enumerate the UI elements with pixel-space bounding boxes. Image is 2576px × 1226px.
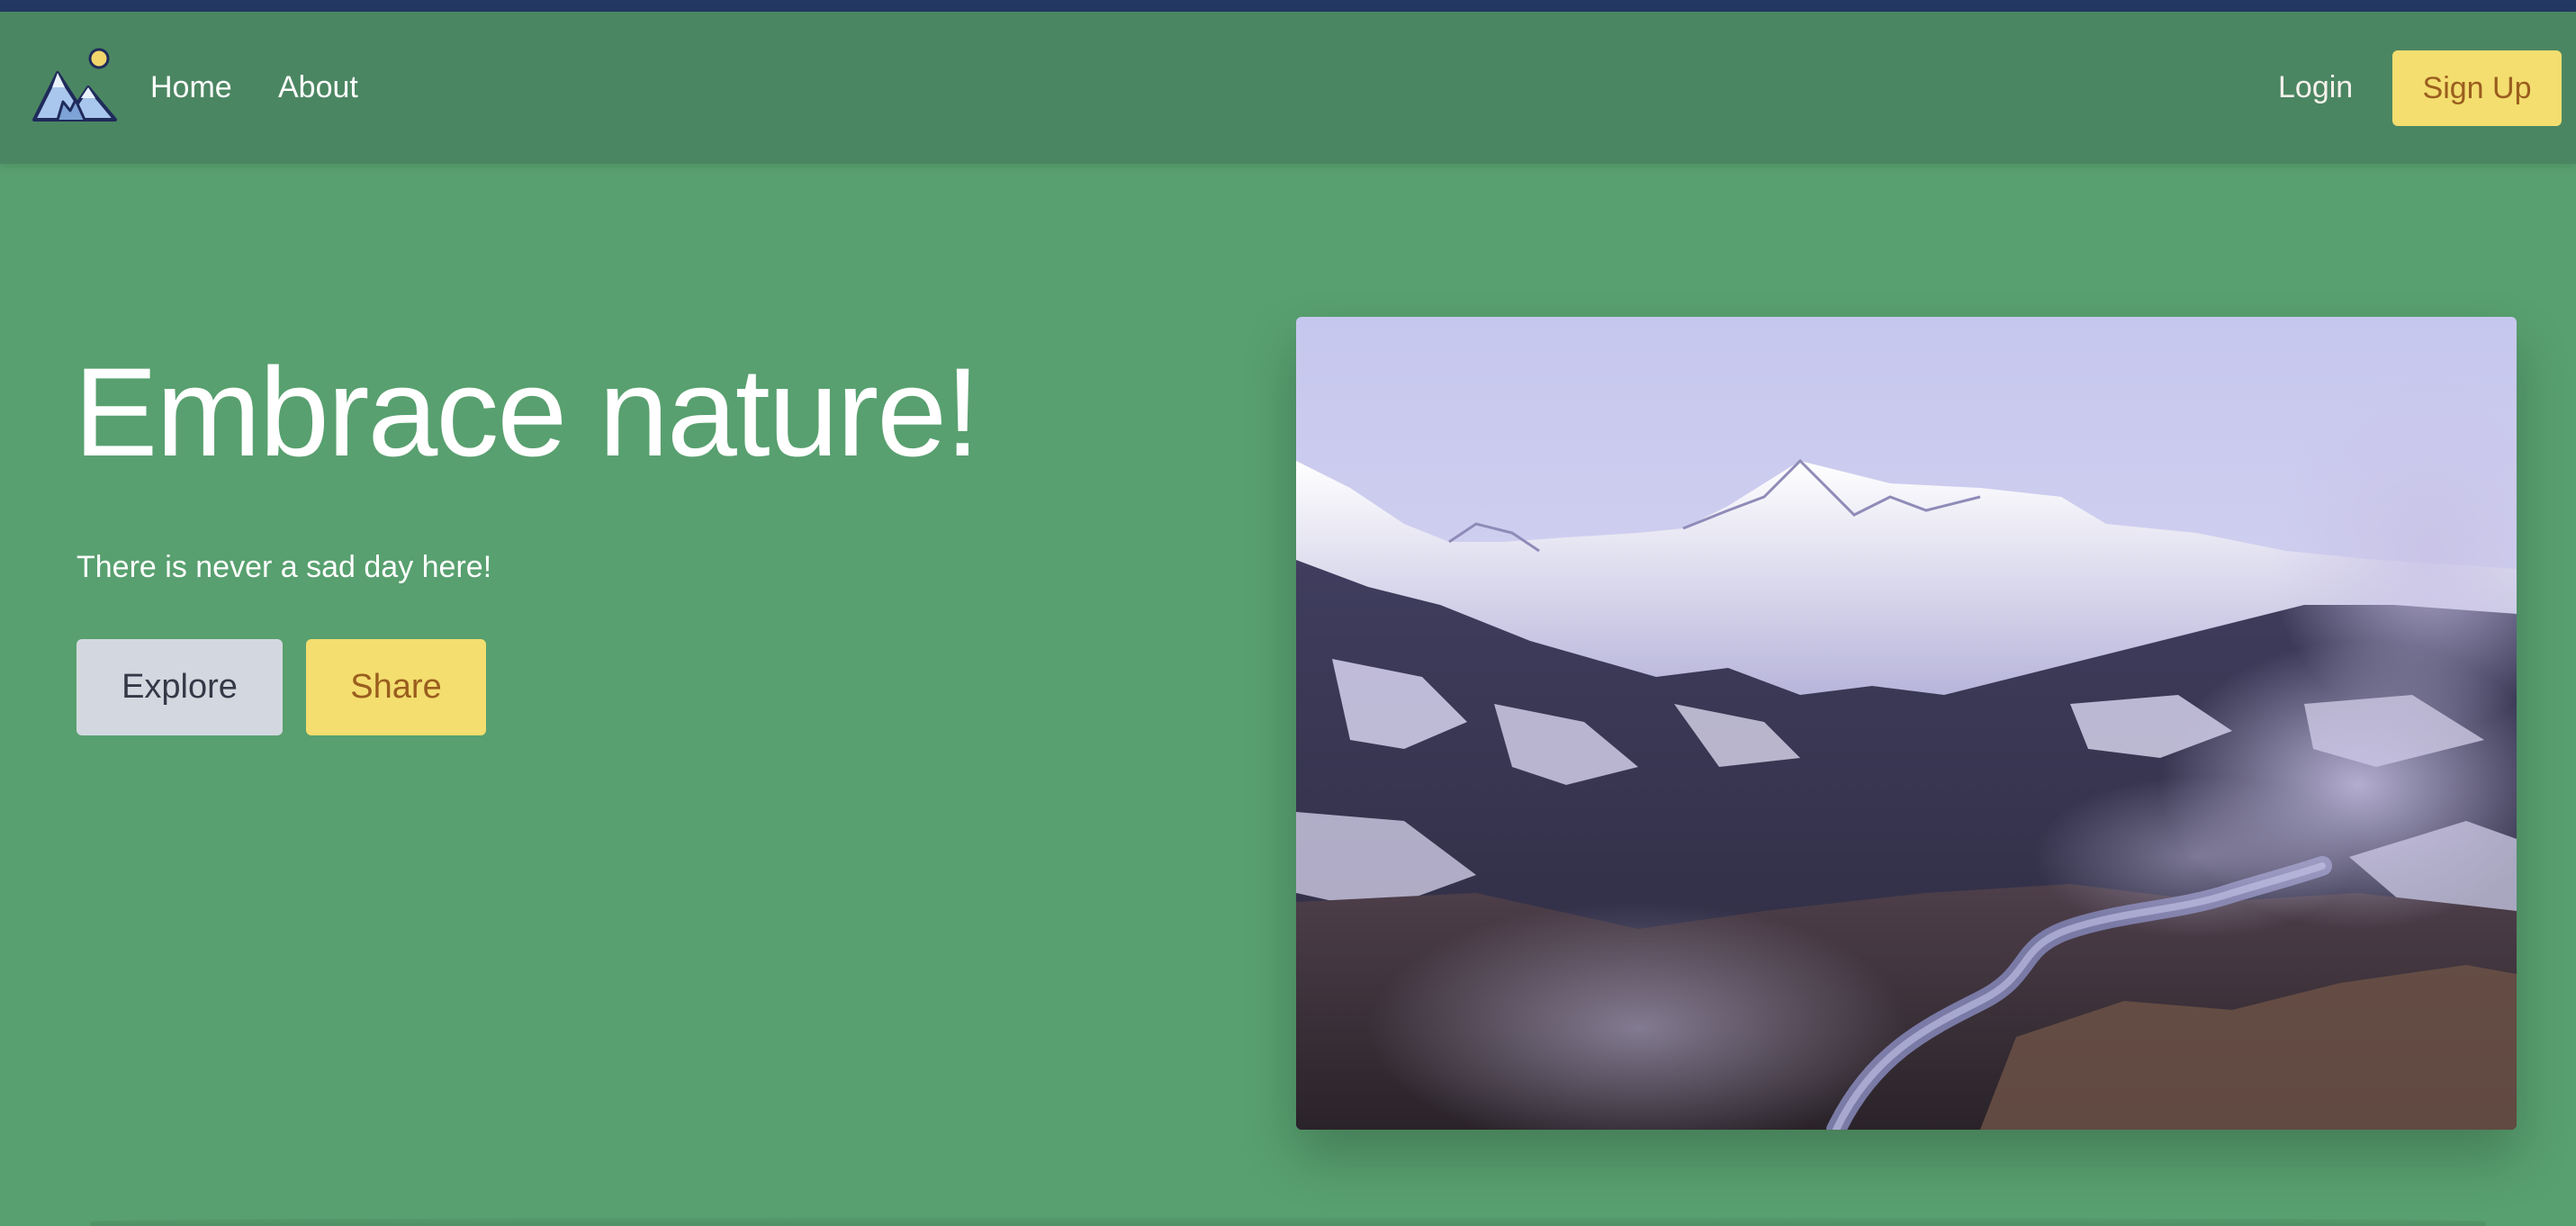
top-accent-bar xyxy=(0,0,2576,12)
nav-link-about[interactable]: About xyxy=(278,12,358,164)
section-edge-shadow xyxy=(90,1217,2486,1226)
hero-title: Embrace nature! xyxy=(74,341,980,482)
signup-button[interactable]: Sign Up xyxy=(2392,50,2562,126)
share-button[interactable]: Share xyxy=(306,639,486,735)
navbar: Home About Login Sign Up xyxy=(0,12,2576,164)
login-link[interactable]: Login xyxy=(2278,12,2353,164)
explore-button[interactable]: Explore xyxy=(77,639,283,735)
hero-subtitle: There is never a sad day here! xyxy=(77,550,492,584)
mountain-sun-logo-icon[interactable] xyxy=(31,46,121,127)
nav-link-home[interactable]: Home xyxy=(150,12,232,164)
hero-mountain-image xyxy=(1296,317,2517,1130)
